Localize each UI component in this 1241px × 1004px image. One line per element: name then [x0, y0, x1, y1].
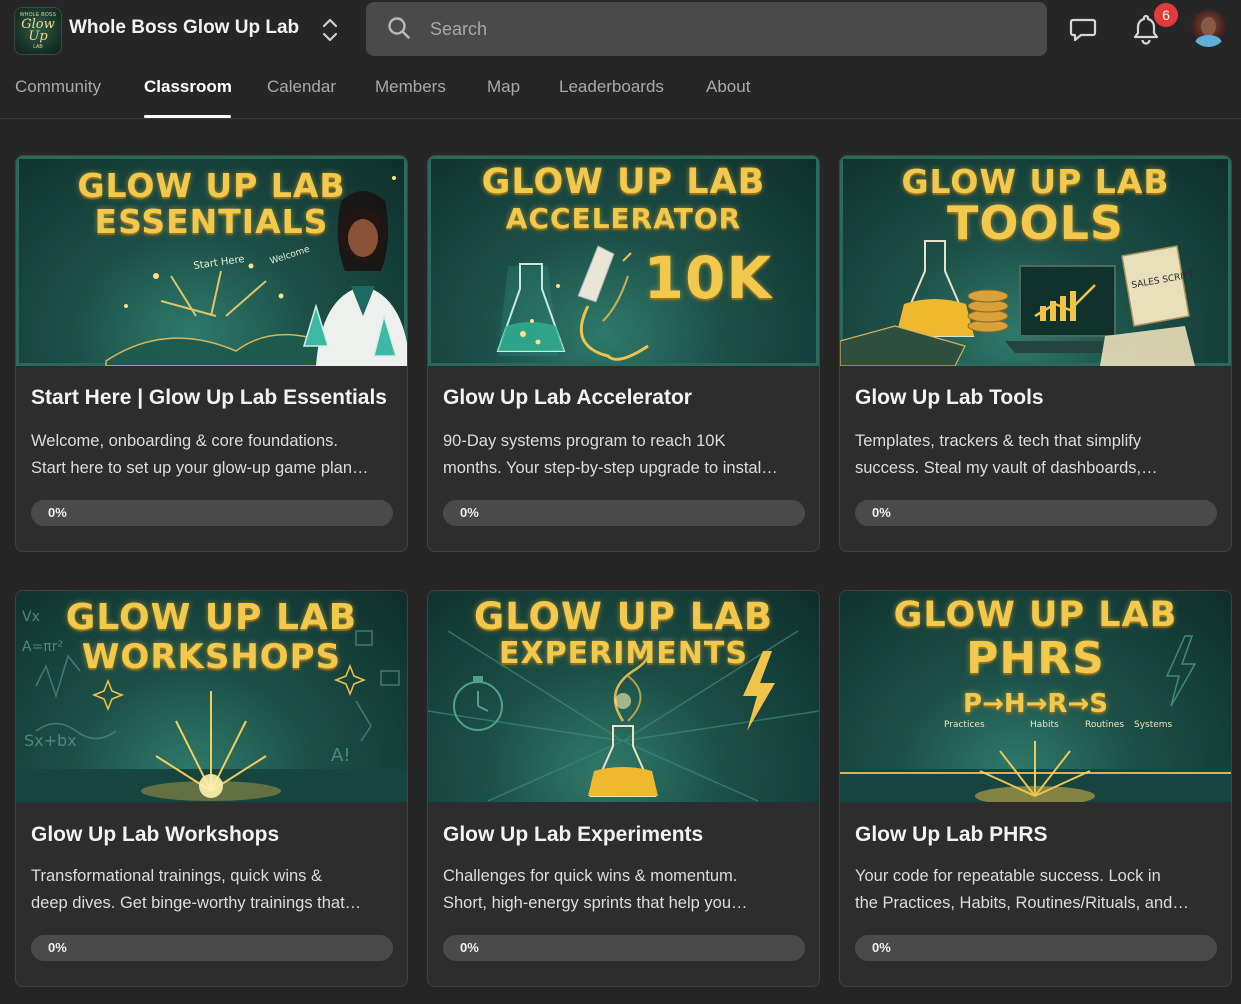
- course-progress-bar: 0%: [855, 935, 1217, 961]
- cover-title-line2: ACCELERATOR: [505, 202, 742, 235]
- cover-title-line1: GLOW UP LAB: [473, 595, 774, 638]
- course-card-workshops[interactable]: Vx A=πr² Sx+bx A! GLOW UP LAB WORKSHOPS …: [15, 590, 408, 987]
- group-name[interactable]: Whole Boss Glow Up Lab: [69, 17, 299, 39]
- group-logo[interactable]: WHOLE BOSS Glow Up LAB: [14, 7, 62, 55]
- cover-title-line1: GLOW UP LAB: [65, 597, 358, 638]
- course-progress-label: 0%: [460, 940, 479, 955]
- chat-icon[interactable]: [1068, 14, 1098, 44]
- cover-title-line2: EXPERIMENTS: [499, 636, 748, 671]
- search-icon: [388, 17, 410, 39]
- course-progress-bar: 0%: [855, 500, 1217, 526]
- user-avatar[interactable]: [1190, 10, 1227, 47]
- course-progress-label: 0%: [460, 505, 479, 520]
- course-progress-bar: 0%: [31, 935, 393, 961]
- course-description: Your code for repeatable success. Lock i…: [855, 863, 1220, 917]
- course-description-line1: 90-Day systems program to reach 10K: [443, 432, 726, 450]
- top-header: WHOLE BOSS Glow Up LAB Whole Boss Glow U…: [0, 0, 1241, 58]
- tab-calendar[interactable]: Calendar: [267, 77, 336, 97]
- avatar-body: [1195, 35, 1222, 47]
- cover-title-line2: TOOLS: [946, 196, 1125, 250]
- course-description: 90-Day systems program to reach 10K mont…: [443, 428, 808, 482]
- course-description-line1: Welcome, onboarding & core foundations.: [31, 432, 338, 450]
- tab-map[interactable]: Map: [487, 77, 520, 97]
- avatar-face: [1201, 17, 1216, 36]
- svg-text:A!: A!: [331, 745, 351, 766]
- svg-text:Routines: Routines: [1085, 720, 1124, 730]
- svg-text:Systems: Systems: [1134, 720, 1173, 730]
- cover-title-line1: GLOW UP LAB: [893, 595, 1178, 635]
- course-title: Glow Up Lab Workshops: [31, 823, 280, 846]
- tab-members[interactable]: Members: [375, 77, 446, 97]
- course-description-line2: the Practices, Habits, Routines/Rituals,…: [855, 894, 1189, 912]
- svg-text:Habits: Habits: [1030, 720, 1059, 730]
- tab-about[interactable]: About: [706, 77, 750, 97]
- tab-classroom[interactable]: Classroom: [144, 77, 232, 97]
- tab-leaderboards[interactable]: Leaderboards: [559, 77, 664, 97]
- cover-title-line2: PHRS: [966, 633, 1105, 684]
- course-description-line1: Your code for repeatable success. Lock i…: [855, 867, 1161, 885]
- course-cover-image: GLOW UP LAB EXPERIMENTS: [428, 591, 819, 802]
- course-description-line2: Start here to set up your glow-up game p…: [31, 459, 369, 477]
- cover-title-line3: P→H→R→S: [963, 689, 1108, 719]
- course-progress-label: 0%: [872, 505, 891, 520]
- search-input[interactable]: [428, 14, 1032, 44]
- logo-text-main: Glow Up: [21, 17, 55, 44]
- svg-text:Sx+bx: Sx+bx: [24, 731, 77, 750]
- course-description-line2: months. Your step-by-step upgrade to ins…: [443, 459, 778, 477]
- course-description-line1: Challenges for quick wins & momentum.: [443, 867, 738, 885]
- svg-text:Start Here: Start Here: [193, 254, 245, 272]
- course-cover-image: Practices Habits Routines Systems GLOW U…: [840, 591, 1231, 802]
- course-card-experiments[interactable]: GLOW UP LAB EXPERIMENTS Glow Up Lab Expe…: [427, 590, 820, 987]
- course-title: Start Here | Glow Up Lab Essentials: [31, 386, 387, 409]
- course-description: Welcome, onboarding & core foundations. …: [31, 428, 396, 482]
- svg-text:Welcome: Welcome: [269, 244, 312, 266]
- course-progress-label: 0%: [48, 505, 67, 520]
- cover-title-line2: ESSENTIALS: [94, 202, 329, 241]
- course-cover-image: GLOW UP LAB ACCELERATOR 10K: [428, 156, 819, 366]
- course-progress-bar: 0%: [443, 500, 805, 526]
- course-title: Glow Up Lab Experiments: [443, 823, 704, 846]
- course-description: Templates, trackers & tech that simplify…: [855, 428, 1220, 482]
- course-progress-bar: 0%: [31, 500, 393, 526]
- course-progress-bar: 0%: [443, 935, 805, 961]
- course-description-line2: deep dives. Get binge-worthy trainings t…: [31, 894, 362, 912]
- course-description-line2: Short, high-energy sprints that help you…: [443, 894, 748, 912]
- course-title: Glow Up Lab Accelerator: [443, 386, 692, 409]
- course-cover-image: SALES SCRIPT GLOW UP LAB TOOLS: [840, 156, 1231, 366]
- course-progress-label: 0%: [872, 940, 891, 955]
- svg-text:Practices: Practices: [944, 720, 985, 730]
- course-title: Glow Up Lab Tools: [855, 386, 1044, 409]
- course-card-accelerator[interactable]: GLOW UP LAB ACCELERATOR 10K Glow Up Lab …: [427, 155, 820, 552]
- cover-title-line2: WORKSHOPS: [81, 637, 342, 677]
- course-card-essentials[interactable]: Start Here Welcome GLOW UP LAB ESSENTIAL…: [15, 155, 408, 552]
- cover-title-line3: 10K: [643, 244, 773, 312]
- course-description-line2: success. Steal my vault of dashboards,…: [855, 459, 1158, 477]
- cover-title-line1: GLOW UP LAB: [481, 162, 766, 202]
- course-cover-image: Vx A=πr² Sx+bx A! GLOW UP LAB WORKSHOPS: [16, 591, 407, 802]
- logo-text-bottom: LAB: [33, 44, 43, 50]
- nav-tabs: Community Classroom Calendar Members Map…: [0, 60, 1241, 119]
- course-description: Transformational trainings, quick wins &…: [31, 863, 396, 917]
- course-card-phrs[interactable]: Practices Habits Routines Systems GLOW U…: [839, 590, 1232, 987]
- course-title: Glow Up Lab PHRS: [855, 823, 1048, 846]
- course-description-line1: Transformational trainings, quick wins &: [31, 867, 323, 885]
- course-card-tools[interactable]: SALES SCRIPT GLOW UP LAB TOOLS Glow Up L…: [839, 155, 1232, 552]
- switcher-chevrons-icon[interactable]: [318, 16, 342, 44]
- course-progress-label: 0%: [48, 940, 67, 955]
- active-tab-indicator: [144, 115, 231, 118]
- course-description: Challenges for quick wins & momentum. Sh…: [443, 863, 808, 917]
- notification-count-badge[interactable]: 6: [1153, 2, 1179, 28]
- cover-title-line1: GLOW UP LAB: [77, 166, 346, 205]
- course-description-line1: Templates, trackers & tech that simplify: [855, 432, 1142, 450]
- tab-community[interactable]: Community: [15, 77, 101, 97]
- course-cover-image: Start Here Welcome GLOW UP LAB ESSENTIAL…: [16, 156, 407, 366]
